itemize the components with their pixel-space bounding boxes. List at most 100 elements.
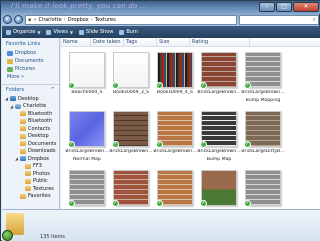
file-name: Beach0004_S: [71, 90, 103, 95]
file-name: BrickLargeBrown...: [153, 149, 197, 154]
toolbar-burn-button[interactable]: Burn: [119, 29, 138, 35]
file-name: BrickLargeBrown...: [197, 90, 241, 95]
sync-check-icon: ✓: [200, 200, 207, 207]
favorite-link-pictures[interactable]: Pictures: [2, 65, 59, 73]
expand-toggle-icon[interactable]: ◢: [15, 156, 18, 161]
expand-toggle-icon[interactable]: ◢: [10, 104, 13, 109]
file-thumbnail-item[interactable]: ✓: [65, 170, 109, 207]
column-header-rating[interactable]: Rating: [190, 38, 250, 47]
folder-tree-item[interactable]: Bluetooth: [2, 118, 59, 126]
folders-heading[interactable]: Folders ^: [2, 84, 59, 95]
folder-icon: ▪: [28, 16, 32, 23]
toolbar-views-button[interactable]: Views ▼: [46, 29, 73, 35]
image-thumbnail: ✓: [200, 52, 237, 89]
sync-check-icon: ✓: [68, 200, 75, 207]
folder-label: Textures: [33, 185, 54, 192]
file-thumbnail-item[interactable]: ✓ Beach0004_S: [65, 52, 109, 96]
toolbar-item-label: Views: [53, 29, 68, 35]
sync-check-icon: ✓: [200, 141, 207, 148]
search-icon[interactable]: ⌕: [313, 16, 316, 24]
back-button[interactable]: ‹: [3, 15, 12, 24]
folder-tree-item[interactable]: Downloads: [2, 148, 59, 156]
folder-icon: [20, 111, 26, 117]
folder-icon: [20, 156, 26, 162]
column-header-tags[interactable]: Tags: [124, 38, 157, 47]
favorite-links-heading: Favorite Links: [6, 41, 41, 47]
file-thumbnail-item[interactable]: ✓ BrickLargeBrown... Normal Map: [65, 111, 109, 162]
file-thumbnail-item[interactable]: ✓: [153, 170, 197, 207]
folder-icon: [20, 126, 26, 132]
folder-tree-item[interactable]: Desktop: [2, 133, 59, 141]
image-thumbnail: ✓: [156, 170, 193, 207]
file-thumbnail-item[interactable]: ✓ BrickLargeBrown... Bump Mapping: [241, 52, 285, 103]
favorite-link-documents[interactable]: Documents: [2, 57, 59, 65]
file-name-line2: Bump Map: [206, 156, 232, 162]
file-thumbnail-item[interactable]: ✓ Books0009_4_S: [153, 52, 197, 96]
image-thumbnail: ✓: [200, 170, 237, 207]
folder-tree-item[interactable]: Photos: [2, 170, 59, 178]
more-link[interactable]: More »: [2, 73, 59, 81]
folder-tree-item[interactable]: Public: [2, 178, 59, 186]
folder-tree-item[interactable]: ◢ Desktop: [2, 95, 59, 103]
file-thumbnail-item[interactable]: ✓ BrickLargeBrown...: [197, 52, 241, 96]
folder-tree-item[interactable]: Bluetooth: [2, 110, 59, 118]
column-header-date-taken[interactable]: Date taken: [91, 38, 124, 47]
favorite-link-label: Pictures: [15, 66, 35, 72]
file-thumbnail-item[interactable]: ✓: [109, 170, 153, 207]
minimize-button[interactable]: –: [259, 2, 275, 12]
forward-button[interactable]: ›: [14, 15, 23, 24]
chevron-down-icon: ▼: [37, 29, 41, 35]
folder-label: FF3: [33, 163, 42, 170]
column-header-name[interactable]: Name: [61, 38, 91, 47]
folder-icon: [25, 178, 31, 184]
favorite-link-label: Documents: [15, 58, 44, 64]
file-thumbnail-item[interactable]: ✓ BrickLargeBrown... Bump Map: [197, 111, 241, 162]
file-thumbnail-item[interactable]: ✓ Books0009_3_S: [109, 52, 153, 96]
image-thumbnail: ✓: [112, 111, 149, 148]
folder-label: Bluetooth: [28, 118, 53, 125]
folder-label: Favorites: [28, 193, 51, 200]
start-orb[interactable]: [2, 230, 13, 241]
file-thumbnail-item[interactable]: ✓: [241, 170, 285, 207]
maximize-button[interactable]: □: [276, 2, 292, 12]
folder-icon: [15, 103, 21, 109]
sync-check-icon: ✓: [112, 141, 119, 148]
column-header-size[interactable]: Size: [157, 38, 190, 47]
folder-tree-item[interactable]: FF3: [2, 163, 59, 171]
breadcrumb-charlotte[interactable]: Charlotte: [38, 17, 61, 23]
folder-label: Public: [33, 178, 48, 185]
window-controls: – □ ✕: [259, 2, 319, 12]
folder-tree-item[interactable]: Favorites: [2, 193, 59, 201]
toolbar-organize-button[interactable]: Organize ▼: [6, 29, 40, 35]
file-thumbnail-item[interactable]: ✓ BrickLargeBrown...: [109, 111, 153, 155]
address-bar[interactable]: ▪ » Charlotte › Dropbox › Textures: [25, 14, 237, 25]
folder-label: Desktop: [18, 95, 39, 102]
toolbar-item-icon: [119, 29, 125, 35]
file-thumbnail-item[interactable]: ✓: [197, 170, 241, 207]
folder-tree-item[interactable]: Textures: [2, 185, 59, 193]
folder-tree-item[interactable]: ◢ Charlotte: [2, 103, 59, 111]
folder-tree-item[interactable]: ◢ Dropbox: [2, 155, 59, 163]
folder-tree-item[interactable]: Documents: [2, 140, 59, 148]
toolbar-item-label: Organize: [13, 29, 36, 35]
folder-tree-item[interactable]: Contacts: [2, 125, 59, 133]
details-pane: 135 items: [2, 209, 320, 241]
toolbar-slide-show-button[interactable]: Slide Show: [79, 29, 113, 35]
breadcrumb-textures[interactable]: Textures: [95, 17, 116, 23]
toolbar-item-icon: [79, 29, 85, 35]
folder-label: Photos: [33, 170, 50, 177]
close-button[interactable]: ✕: [293, 2, 319, 12]
sync-check-icon: ✓: [244, 82, 251, 89]
folder-label: Contacts: [28, 125, 51, 132]
file-thumbnail-item[interactable]: ✓ BrickLargeBrown...: [153, 111, 197, 155]
file-thumbnail-item[interactable]: ✓ BrickLargeDirtyB...: [241, 111, 285, 155]
chevron-down-icon: ▼: [69, 29, 74, 35]
sync-check-icon: ✓: [244, 200, 251, 207]
expand-toggle-icon[interactable]: ◢: [5, 96, 8, 101]
search-input[interactable]: ⌕: [239, 14, 319, 25]
documents-icon: [7, 58, 13, 64]
toolbar-item-label: Slide Show: [86, 29, 114, 35]
breadcrumb-dropbox[interactable]: Dropbox: [68, 17, 89, 23]
favorite-link-dropbox[interactable]: Dropbox: [2, 49, 59, 57]
image-thumbnail: ✓: [156, 111, 193, 148]
